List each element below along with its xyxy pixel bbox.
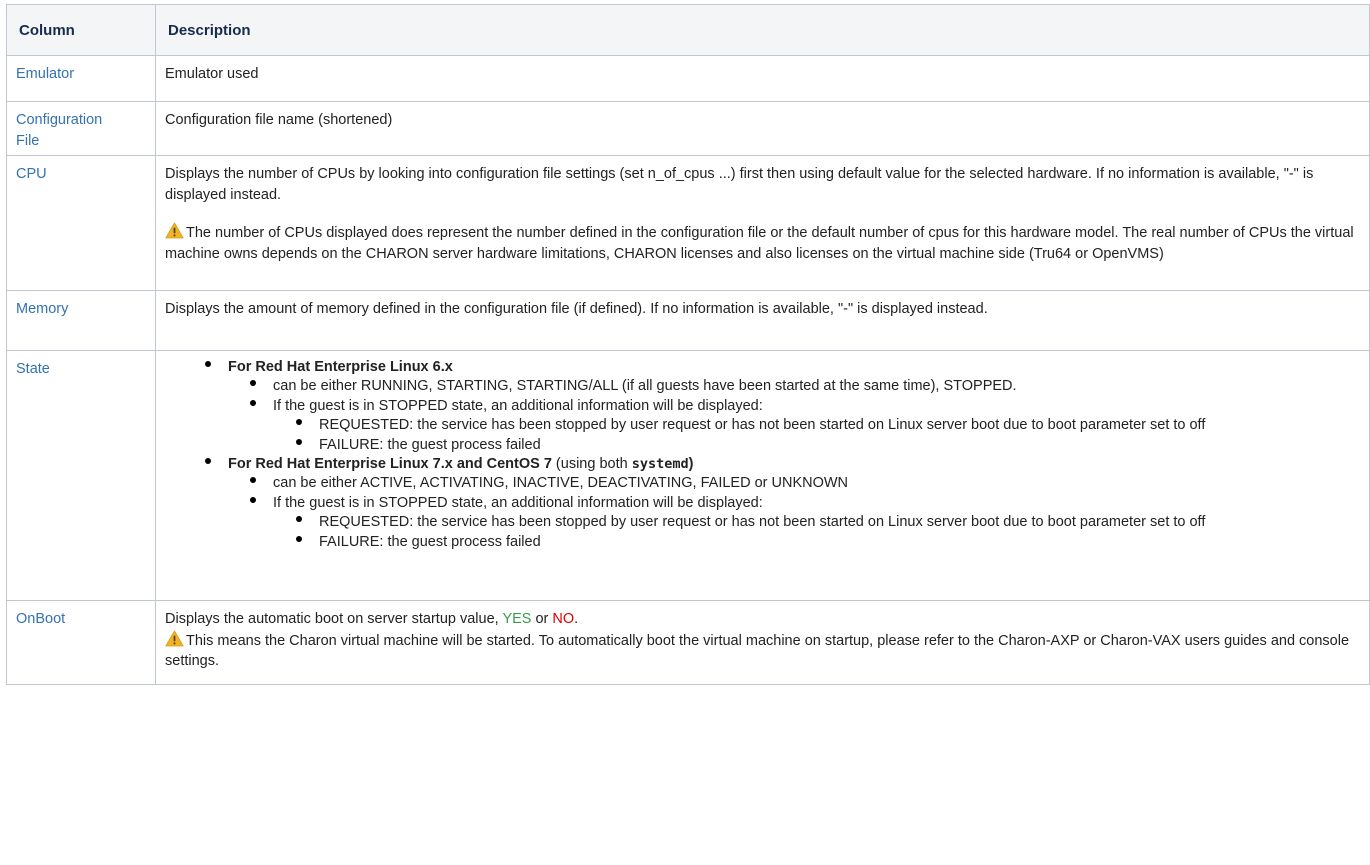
list-item: FAILURE: the guest process failed bbox=[295, 436, 1361, 455]
rhel6-stopped-text: If the guest is in STOPPED state, an add… bbox=[273, 397, 763, 414]
rhel7-stopped-sublist: REQUESTED: the service has been stopped … bbox=[273, 513, 1361, 552]
rhel7-using: (using both bbox=[551, 456, 632, 473]
list-item: can be either ACTIVE, ACTIVATING, INACTI… bbox=[249, 474, 1361, 493]
list-item: FAILURE: the guest process failed bbox=[295, 533, 1361, 552]
onboot-desc-text: Displays the automatic boot on server st… bbox=[165, 611, 503, 627]
emulator-link[interactable]: Emulator bbox=[16, 66, 74, 82]
rhel6-stopped-sublist: REQUESTED: the service has been stopped … bbox=[273, 416, 1361, 455]
warning-icon bbox=[165, 222, 184, 239]
description-cell: Displays the number of CPUs by looking i… bbox=[155, 155, 1370, 291]
onboot-warning: This means the Charon virtual machine wi… bbox=[165, 630, 1361, 672]
rhel6-title: For Red Hat Enterprise Linux 6.x bbox=[228, 359, 453, 375]
cpu-description: Displays the number of CPUs by looking i… bbox=[165, 166, 1314, 203]
warning-icon bbox=[165, 630, 184, 646]
onboot-period: . bbox=[574, 611, 579, 627]
memory-description: Displays the amount of memory defined in… bbox=[165, 301, 988, 317]
rhel6-sublist: can be either RUNNING, STARTING, STARTIN… bbox=[228, 377, 1361, 455]
header-column: Column bbox=[6, 4, 156, 56]
list-item: REQUESTED: the service has been stopped … bbox=[295, 416, 1361, 435]
onboot-no: NO bbox=[552, 611, 575, 627]
emulator-description: Emulator used bbox=[165, 66, 259, 82]
table-row: Emulator Emulator used bbox=[6, 55, 1370, 102]
list-item: For Red Hat Enterprise Linux 7.x and Cen… bbox=[204, 455, 1361, 552]
table-row: CPU Displays the number of CPUs by looki… bbox=[6, 155, 1370, 291]
list-item: can be either RUNNING, STARTING, STARTIN… bbox=[249, 377, 1361, 396]
description-cell: For Red Hat Enterprise Linux 6.x can be … bbox=[155, 350, 1370, 601]
description-cell: Displays the amount of memory defined in… bbox=[155, 290, 1370, 351]
rhel7-stopped-text: If the guest is in STOPPED state, an add… bbox=[273, 494, 763, 511]
onboot-warning-text: This means the Charon virtual machine wi… bbox=[165, 632, 1350, 670]
column-name-cell: CPU bbox=[6, 155, 156, 291]
table-header-row: Column Description bbox=[6, 4, 1370, 56]
column-name-cell: State bbox=[6, 350, 156, 601]
cpu-warning: The number of CPUs displayed does repres… bbox=[165, 222, 1361, 264]
column-name-cell: Configuration File bbox=[6, 101, 156, 156]
state-link[interactable]: State bbox=[16, 361, 50, 377]
rhel7-sublist: can be either ACTIVE, ACTIVATING, INACTI… bbox=[228, 474, 1361, 552]
description-cell: Emulator used bbox=[155, 55, 1370, 102]
table-row: Configuration File Configuration file nam… bbox=[6, 101, 1370, 156]
table-row: State For Red Hat Enterprise Linux 6.x c… bbox=[6, 350, 1370, 601]
rhel7-close: ) bbox=[688, 456, 694, 473]
column-name-cell: OnBoot bbox=[6, 600, 156, 685]
onboot-description: Displays the automatic boot on server st… bbox=[165, 609, 1361, 630]
rhel7-title: For Red Hat Enterprise Linux 7.x and Cen… bbox=[228, 456, 552, 473]
onboot-or: or bbox=[531, 611, 553, 627]
table-row: OnBoot Displays the automatic boot on se… bbox=[6, 600, 1370, 685]
onboot-yes: YES bbox=[502, 611, 532, 627]
list-item: If the guest is in STOPPED state, an add… bbox=[249, 397, 1361, 455]
configuration-file-description: Configuration file name (shortened) bbox=[165, 112, 393, 128]
memory-link[interactable]: Memory bbox=[16, 301, 68, 317]
list-item: For Red Hat Enterprise Linux 6.x can be … bbox=[204, 358, 1361, 455]
state-list: For Red Hat Enterprise Linux 6.x can be … bbox=[165, 358, 1361, 552]
configuration-file-link[interactable]: Configuration File bbox=[16, 112, 102, 149]
cpu-link[interactable]: CPU bbox=[16, 166, 47, 182]
description-cell: Configuration file name (shortened) bbox=[155, 101, 1370, 156]
column-name-cell: Emulator bbox=[6, 55, 156, 102]
column-name-cell: Memory bbox=[6, 290, 156, 351]
list-item: If the guest is in STOPPED state, an add… bbox=[249, 494, 1361, 552]
description-cell: Displays the automatic boot on server st… bbox=[155, 600, 1370, 685]
table-row: Memory Displays the amount of memory def… bbox=[6, 290, 1370, 351]
cpu-warning-text: The number of CPUs displayed does repres… bbox=[165, 225, 1354, 262]
header-description: Description bbox=[155, 4, 1370, 56]
onboot-link[interactable]: OnBoot bbox=[16, 611, 65, 627]
systemd-code: systemd bbox=[631, 456, 689, 473]
columns-table: Column Description Emulator Emulator use… bbox=[6, 4, 1370, 685]
configuration-file-link-line2: File bbox=[16, 132, 40, 149]
configuration-file-link-line1: Configuration bbox=[16, 112, 103, 128]
list-item: REQUESTED: the service has been stopped … bbox=[295, 513, 1361, 532]
